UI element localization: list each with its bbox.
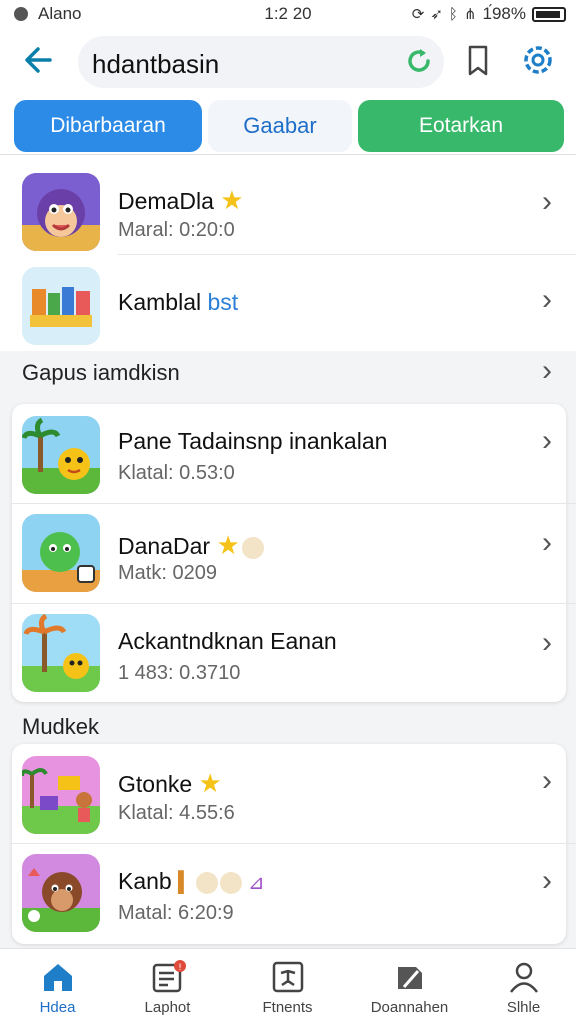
search-field[interactable]: hdantbasin	[78, 36, 444, 88]
location-icon: ➶	[430, 6, 443, 23]
app-title: Kanb	[118, 868, 172, 894]
star-icon: ★	[216, 530, 240, 560]
download-icon	[392, 959, 428, 995]
sync-icon: ⟳	[411, 6, 425, 23]
chevron-right-icon: ›	[542, 526, 552, 559]
app-title: Kamblal	[118, 289, 202, 315]
app-card: Pane Tadainsnp inankalan Klatal: 0.53:0 …	[12, 404, 576, 702]
list-item[interactable]: DemaDla ★ Maral: 0:20:0 ›	[0, 155, 576, 255]
nav-news[interactable]: ! Laphot	[110, 949, 225, 1024]
nav-label: Ftnents	[262, 999, 313, 1016]
app-subtitle: Matal: 6:20:9	[118, 902, 234, 924]
brown-cat-icon	[22, 854, 100, 932]
nav-label: Laphot	[144, 999, 191, 1016]
app-subtitle: Matk: 0209	[118, 562, 217, 584]
refresh-icon[interactable]	[404, 46, 434, 76]
palm-chick-icon	[22, 614, 100, 692]
palm-cat-icon	[22, 416, 100, 494]
app-subtitle: Klatal: 0.53:0	[118, 462, 235, 484]
search-query: hdantbasin	[92, 49, 220, 79]
nav-download[interactable]: Doannahen	[352, 949, 467, 1024]
nav-profile[interactable]: Slhle	[466, 949, 576, 1024]
settings-gear-icon[interactable]	[520, 42, 556, 78]
star-icon: ★	[198, 768, 222, 798]
app-subtitle: Maral: 0:20:0	[118, 219, 235, 241]
filter-tabs: Dibarbaaran Gaabar Eotarkan	[0, 94, 576, 154]
app-title-accent: bst	[207, 289, 239, 315]
purple-monster-icon	[22, 173, 100, 251]
app-title: Ackantndknan Eanan	[118, 628, 337, 654]
app-title: Gtonke	[118, 771, 193, 797]
chevron-right-icon: ›	[542, 185, 552, 218]
section-title: Gapus iamdkisn	[22, 360, 180, 385]
chevron-right-icon: ›	[542, 864, 552, 897]
bookmark-icon[interactable]	[464, 44, 492, 78]
profile-icon	[506, 959, 542, 995]
chevron-right-icon: ›	[542, 424, 552, 457]
tab-third[interactable]: Eotarkan	[358, 100, 564, 152]
nav-label: Doannahen	[370, 999, 449, 1016]
top-bar: hdantbasin	[0, 28, 576, 94]
app-title: DemaDla	[118, 188, 214, 214]
playground-icon	[22, 756, 100, 834]
app-subtitle: 1 483: 0.3710	[118, 662, 241, 684]
bottom-nav: Hdea ! Laphot Ftnents Doannahen Slhle	[0, 948, 576, 1024]
badge-text: !	[178, 963, 182, 973]
list-item[interactable]: Gtonke ★ Klatal: 4.55:6 ›	[0, 744, 576, 844]
star-icon: ★	[220, 185, 244, 215]
list-item[interactable]: Kamblal bst ›	[0, 255, 576, 351]
rating-dot	[241, 536, 264, 559]
nav-home[interactable]: Hdea	[0, 949, 115, 1024]
potion-icon: ⊿	[247, 872, 265, 894]
status-bar: Alano 1:2 20 ⟳ ➶ ᛒ ⋔ 1́98%	[0, 0, 576, 28]
battery-level: 1́98%	[482, 4, 526, 23]
news-icon: !	[150, 959, 186, 995]
nav-label: Hdea	[39, 999, 76, 1016]
list-item[interactable]: Ackantndknan Eanan 1 483: 0.3710 ›	[0, 604, 576, 702]
app-title: DanaDar	[118, 533, 211, 559]
chevron-right-icon: ›	[542, 354, 552, 387]
bluetooth-icon: ᛒ	[448, 5, 458, 23]
section-title: Mudkek	[22, 714, 100, 739]
events-icon	[270, 959, 306, 995]
chevron-right-icon: ›	[542, 283, 552, 316]
home-icon	[40, 959, 76, 995]
chevron-right-icon: ›	[542, 764, 552, 797]
nav-label: Slhle	[506, 999, 541, 1016]
app-card: Gtonke ★ Klatal: 4.55:6 › Kanb ▍ ⊿ Matal…	[12, 744, 576, 944]
battery-icon	[532, 6, 566, 22]
app-title: Pane Tadainsnp inankalan	[118, 428, 388, 454]
green-dino-icon	[22, 514, 100, 592]
list-item[interactable]: Pane Tadainsnp inankalan Klatal: 0.53:0 …	[0, 404, 576, 504]
tab-second[interactable]: Gaabar	[208, 100, 352, 152]
back-arrow-icon[interactable]	[20, 40, 56, 80]
rating-dot	[219, 871, 242, 894]
blocks-game-icon	[22, 267, 100, 345]
app-subtitle: Klatal: 4.55:6	[118, 802, 235, 824]
tab-first[interactable]: Dibarbaaran	[14, 100, 202, 152]
rating-dot	[195, 871, 218, 894]
signal-icon: ⋔	[463, 6, 477, 23]
chevron-right-icon: ›	[542, 626, 552, 659]
list-item[interactable]: DanaDar ★ Matk: 0209 ›	[0, 504, 576, 604]
section-header[interactable]: Gapus iamdkisn ›	[0, 348, 576, 398]
flag-icon: ▍	[178, 872, 194, 894]
nav-events[interactable]: Ftnents	[230, 949, 345, 1024]
list-item[interactable]: Kanb ▍ ⊿ Matal: 6:20:9 ›	[0, 844, 576, 944]
app-list: DemaDla ★ Maral: 0:20:0 › Kamblal bst ›	[0, 155, 576, 351]
